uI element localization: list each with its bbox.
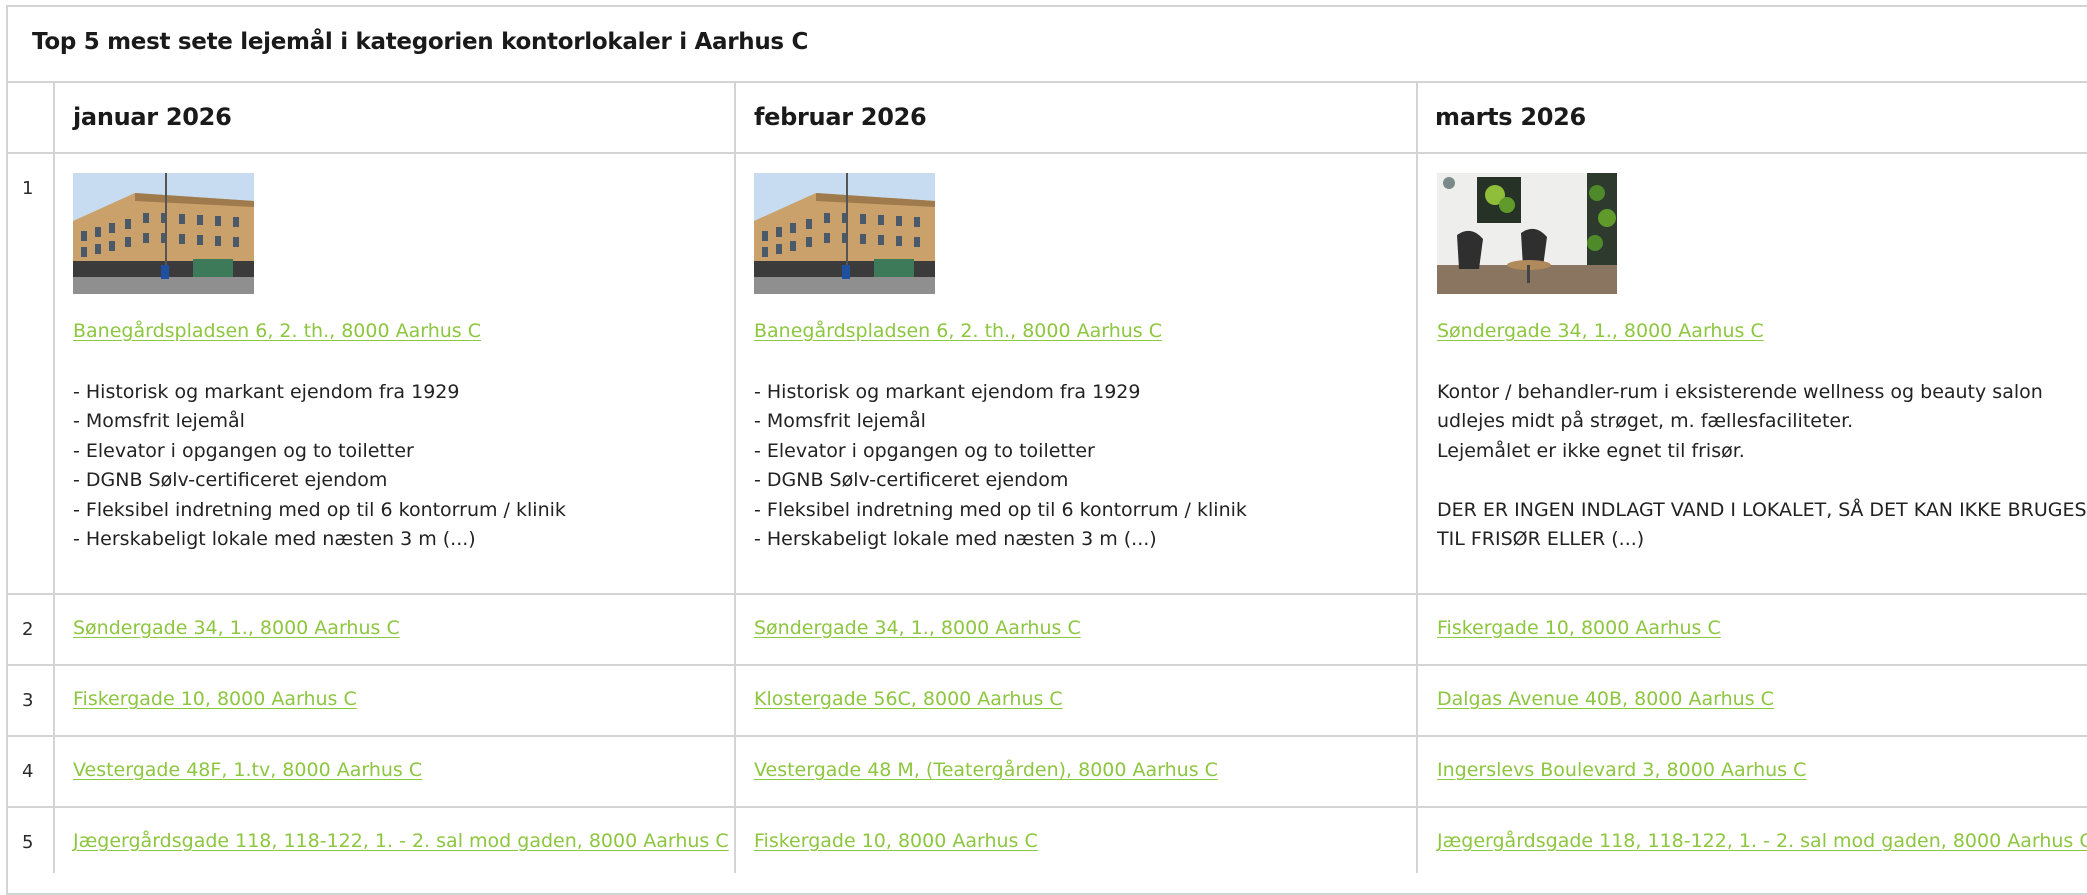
description-line: - Historisk og markant ejendom fra 1929 xyxy=(73,381,460,403)
description-line: - Herskabeligt lokale med næsten 3 m (..… xyxy=(73,528,476,551)
column-header-january: januar 2026 xyxy=(73,103,232,131)
building-photo-icon xyxy=(754,173,935,294)
description-line: - Herskabeligt lokale med næsten 3 m (..… xyxy=(754,528,1157,551)
rank-number: 2 xyxy=(22,619,34,640)
grid-line xyxy=(6,664,2087,666)
description-line: - DGNB Sølv-certificeret ejendom xyxy=(754,469,1069,492)
listing-link[interactable]: Vestergade 48F, 1.tv, 8000 Aarhus C xyxy=(73,759,422,781)
description-blank-line xyxy=(1437,466,2087,495)
grid-line xyxy=(6,735,2087,737)
grid-line xyxy=(6,593,2087,595)
description-line: - DGNB Sølv-certificeret ejendom xyxy=(73,469,388,492)
description-line: - Momsfrit lejemål xyxy=(754,410,926,433)
rank-number: 4 xyxy=(22,761,34,782)
listing-thumbnail[interactable] xyxy=(754,173,935,294)
description-line: - Fleksibel indretning med op til 6 kont… xyxy=(754,498,1247,521)
listing-link[interactable]: Søndergade 34, 1., 8000 Aarhus C xyxy=(1437,320,1764,342)
rank-number: 3 xyxy=(22,690,34,711)
description-line: TIL FRISØR ELLER (...) xyxy=(1437,528,1645,551)
listing-link[interactable]: Fiskergade 10, 8000 Aarhus C xyxy=(1437,617,1721,639)
listing-link[interactable]: Søndergade 34, 1., 8000 Aarhus C xyxy=(754,617,1081,639)
listing-link[interactable]: Vestergade 48 M, (Teatergården), 8000 Aa… xyxy=(754,759,1218,781)
listing-link[interactable]: Banegårdspladsen 6, 2. th., 8000 Aarhus … xyxy=(73,320,481,342)
grid-line xyxy=(6,81,2087,83)
column-header-february: februar 2026 xyxy=(754,103,927,131)
grid-line xyxy=(53,81,55,873)
description-line: Kontor / behandler-rum i eksisterende we… xyxy=(1437,381,2043,403)
description-line: - Fleksibel indretning med op til 6 kont… xyxy=(73,498,566,521)
listing-thumbnail[interactable] xyxy=(1437,173,1617,294)
listing-description: - Historisk og markant ejendom fra 1929 … xyxy=(73,378,566,554)
listing-link[interactable]: Jægergårdsgade 118, 118-122, 1. - 2. sal… xyxy=(73,830,729,852)
listing-link[interactable]: Dalgas Avenue 40B, 8000 Aarhus C xyxy=(1437,688,1774,710)
description-line: DER ER INGEN INDLAGT VAND I LOKALET, SÅ … xyxy=(1437,498,2087,521)
listing-link[interactable]: Ingerslevs Boulevard 3, 8000 Aarhus C xyxy=(1437,759,1806,781)
rank-number: 1 xyxy=(22,178,34,199)
listing-link[interactable]: Fiskergade 10, 8000 Aarhus C xyxy=(754,830,1038,852)
listing-link[interactable]: Søndergade 34, 1., 8000 Aarhus C xyxy=(73,617,400,639)
column-header-march: marts 2026 xyxy=(1435,103,1586,131)
listing-description: Kontor / behandler-rum i eksisterende we… xyxy=(1437,378,2087,554)
description-line: - Momsfrit lejemål xyxy=(73,410,245,433)
listing-thumbnail[interactable] xyxy=(73,173,254,294)
listing-link[interactable]: Jægergårdsgade 118, 118-122, 1. - 2. sal… xyxy=(1437,830,2087,852)
description-line: - Historisk og markant ejendom fra 1929 xyxy=(754,381,1141,403)
description-line: udlejes midt på strøget, m. fællesfacili… xyxy=(1437,410,1854,433)
grid-line xyxy=(6,152,2087,154)
description-line: - Elevator i opgangen og to toiletter xyxy=(73,439,414,462)
listing-link[interactable]: Banegårdspladsen 6, 2. th., 8000 Aarhus … xyxy=(754,320,1162,342)
listing-link[interactable]: Klostergade 56C, 8000 Aarhus C xyxy=(754,688,1063,710)
grid-line xyxy=(6,806,2087,808)
rank-number: 5 xyxy=(22,832,34,853)
grid-line xyxy=(1416,81,1418,873)
listing-description: - Historisk og markant ejendom fra 1929 … xyxy=(754,378,1247,554)
description-line: - Elevator i opgangen og to toiletter xyxy=(754,439,1095,462)
page-title: Top 5 mest sete lejemål i kategorien kon… xyxy=(32,29,809,55)
building-photo-icon xyxy=(73,173,254,294)
description-line: Lejemålet er ikke egnet til frisør. xyxy=(1437,439,1745,462)
grid-line xyxy=(734,81,736,873)
listing-link[interactable]: Fiskergade 10, 8000 Aarhus C xyxy=(73,688,357,710)
interior-photo-icon xyxy=(1437,173,1617,294)
